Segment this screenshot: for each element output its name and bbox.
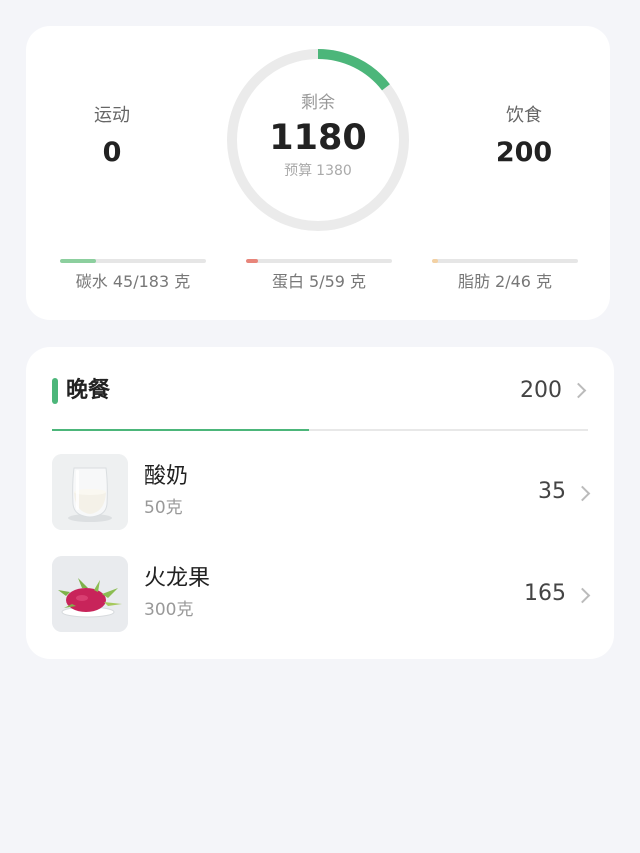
chevron-right-icon [570,382,587,399]
fat-text: 脂肪 2/46 克 [457,272,553,291]
fat-progress-bar [432,259,578,263]
exercise-stat[interactable]: 运动 0 [52,104,172,170]
food-amount: 300克 [144,600,194,620]
dinner-header[interactable]: 晚餐 200 [52,373,588,409]
calorie-summary-card: 运动 0 剩余 1180 预算 1380 饮食 200 碳水 45/183 克 蛋… [26,26,610,320]
remaining-label: 剩余 [301,93,335,113]
dragon-fruit-image [52,556,128,632]
intake-stat[interactable]: 饮食 200 [464,104,584,170]
meal-accent-bar [52,378,58,404]
food-item-yogurt[interactable]: 酸奶 50克 35 [52,454,592,530]
exercise-value: 0 [102,137,122,168]
carbs-progress-bar [60,259,206,263]
exercise-label: 运动 [94,105,130,126]
food-calories: 35 [538,479,566,504]
food-amount: 50克 [144,498,183,518]
protein-text: 蛋白 5/59 克 [271,272,367,291]
carbs-progress-fill [60,259,96,263]
chevron-right-icon [574,587,591,604]
meal-progress-fill [52,429,310,431]
meal-progress-bar [52,429,588,431]
meal-total-calories: 200 [520,378,562,403]
protein-progress-bar [246,259,392,263]
food-name: 酸奶 [144,464,189,489]
intake-value: 200 [495,137,553,168]
budget-value: 1380 [316,163,352,179]
remaining-calories-ring[interactable]: 剩余 1180 预算 1380 [224,46,412,234]
macro-protein: 蛋白 5/59 克 [246,259,392,293]
food-name: 火龙果 [144,566,211,591]
carbs-text: 碳水 45/183 克 [75,272,191,291]
budget-text: 预算 1380 [224,162,412,180]
yogurt-image [52,454,128,530]
ring-center: 剩余 1180 预算 1380 [224,46,412,234]
food-calories: 165 [524,581,566,606]
food-item-dragon-fruit[interactable]: 火龙果 300克 165 [52,556,592,632]
protein-progress-fill [246,259,259,263]
macro-carbs: 碳水 45/183 克 [60,259,206,293]
fat-progress-fill [432,259,439,263]
macro-fat: 脂肪 2/46 克 [432,259,578,293]
remaining-value: 1180 [269,118,367,158]
intake-label: 饮食 [506,105,542,126]
meal-title: 晚餐 [66,378,111,403]
budget-label: 预算 [284,163,313,179]
dinner-card: 晚餐 200 酸奶 50克 35 火龙果 300克 165 [26,347,614,659]
chevron-right-icon [574,485,591,502]
